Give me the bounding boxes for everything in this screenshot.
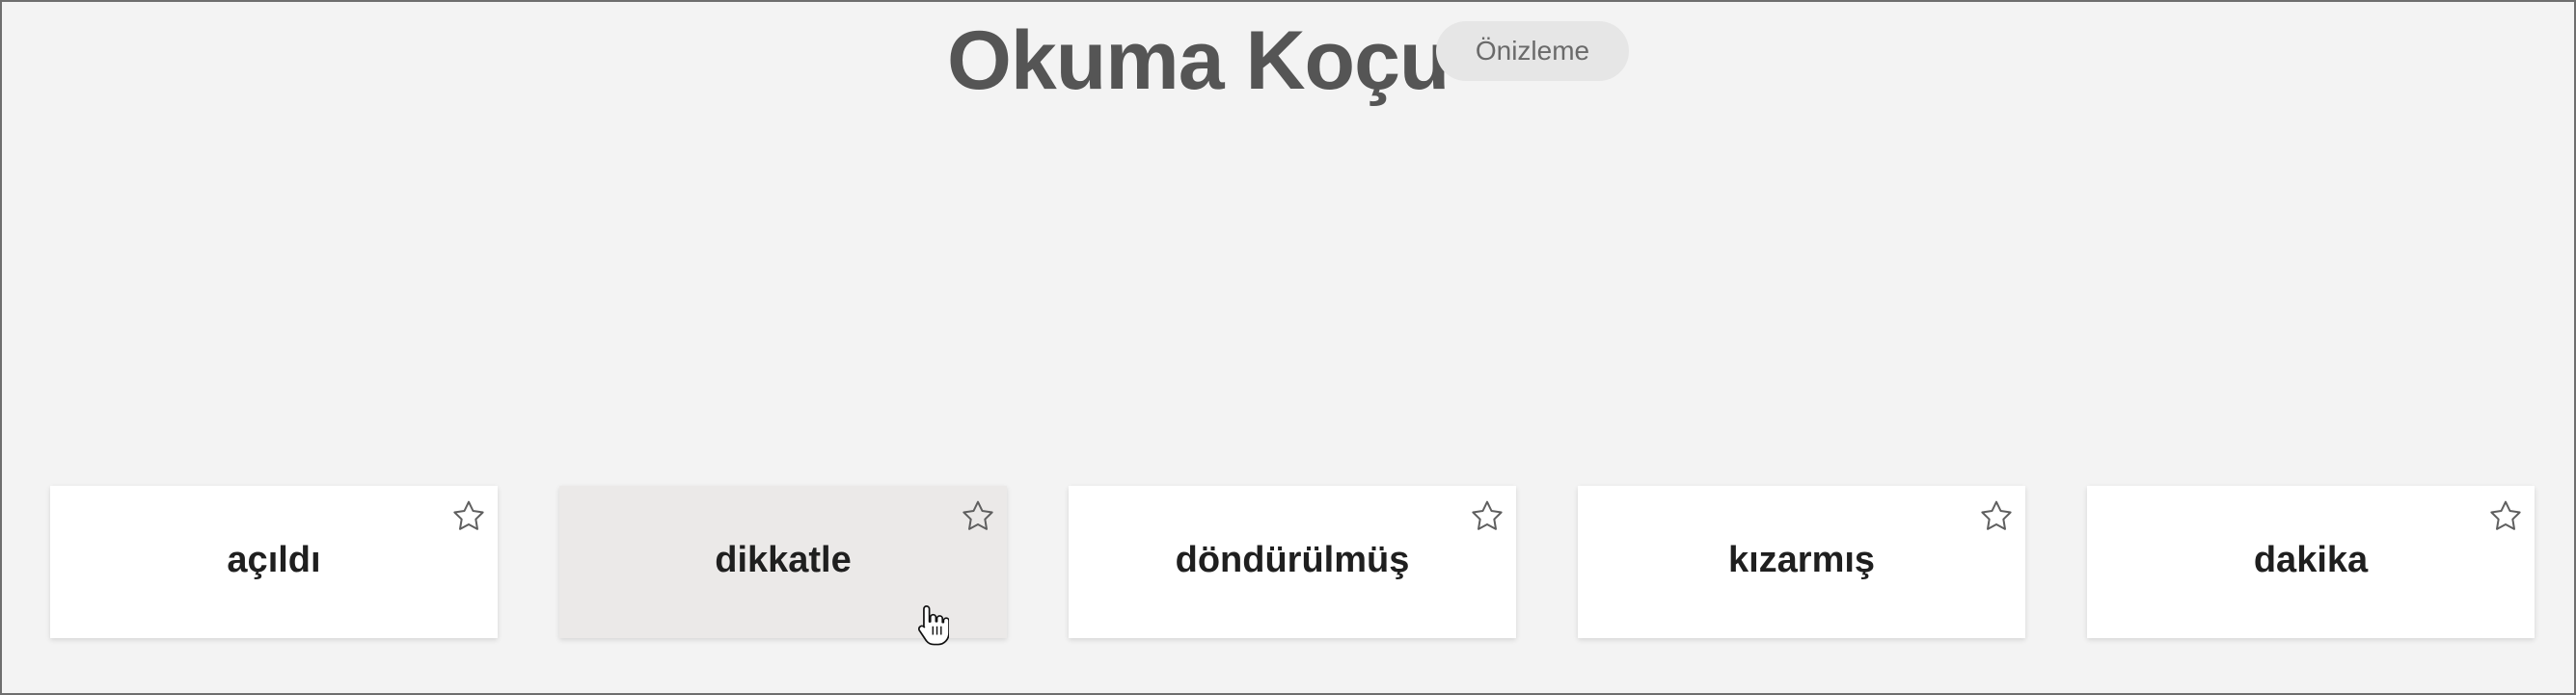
word-card-kizarmis[interactable]: kızarmış [1578,486,2025,638]
star-icon[interactable] [1468,497,1506,536]
word-label: açıldı [227,540,321,580]
word-card-list: açıldı dikkatle döndürülmüş kızarmış dak [50,486,2536,638]
word-label: döndürülmüş [1175,540,1410,580]
star-icon[interactable] [959,497,997,536]
word-card-acildi[interactable]: açıldı [50,486,498,638]
reading-coach-window: Okuma Koçu Önizleme açıldı dikkatle dönd… [0,0,2576,695]
star-icon[interactable] [2486,497,2525,536]
word-label: dakika [2253,540,2369,580]
hand-pointer-cursor-icon [917,605,949,646]
word-label: dikkatle [715,540,852,580]
word-card-dondurulmus[interactable]: döndürülmüş [1069,486,1516,638]
word-label: kızarmış [1727,540,1876,580]
star-icon[interactable] [1977,497,2016,536]
star-icon[interactable] [449,497,488,536]
header: Okuma Koçu Önizleme [2,2,2574,137]
page-title: Okuma Koçu [947,14,1450,107]
preview-badge: Önizleme [1436,21,1629,81]
word-card-dakika[interactable]: dakika [2087,486,2535,638]
